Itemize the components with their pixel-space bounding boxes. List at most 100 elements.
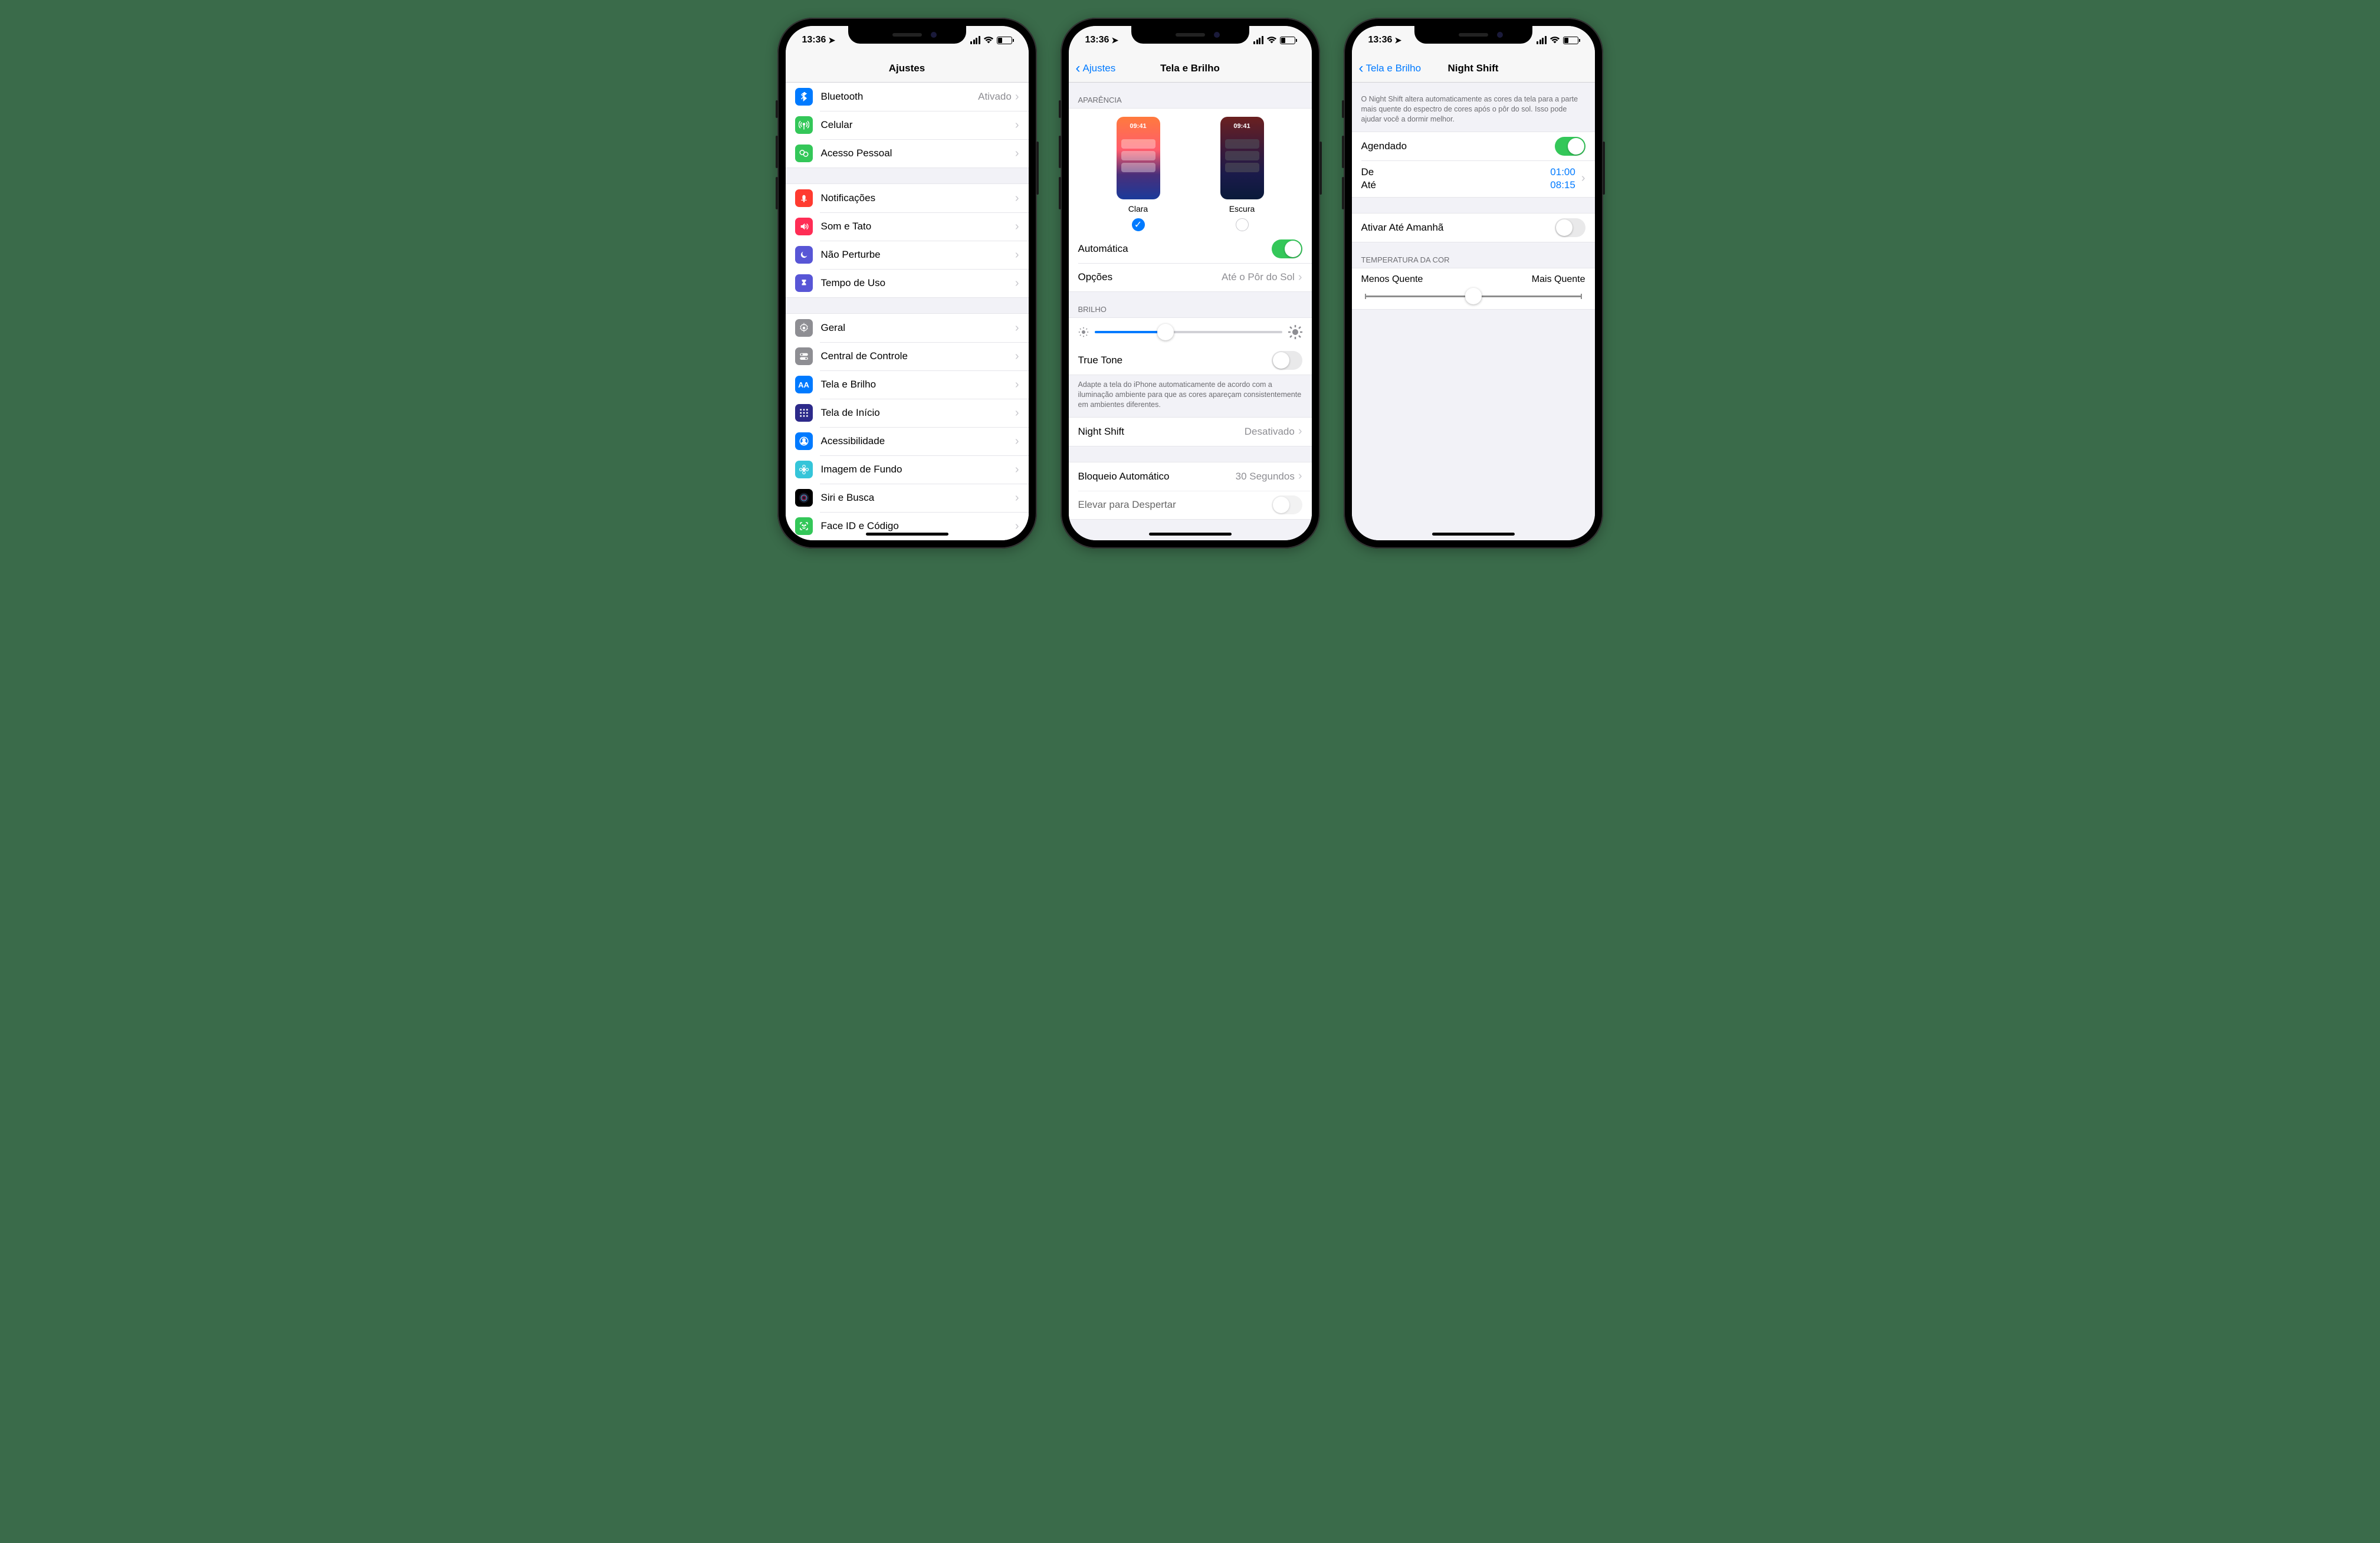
appearance-light[interactable]: 09:41 Clara ✓ — [1117, 117, 1160, 231]
siri-icon — [795, 489, 813, 507]
notch — [1414, 26, 1532, 44]
speaker-icon — [795, 218, 813, 235]
brightness-slider-row[interactable] — [1069, 318, 1312, 346]
chevron-right-icon: › — [1015, 277, 1019, 290]
appearance-header: APARÊNCIA — [1069, 83, 1312, 108]
appearance-dark[interactable]: 09:41 Escura — [1220, 117, 1264, 231]
brightness-header: BRILHO — [1069, 292, 1312, 317]
chevron-right-icon: › — [1581, 172, 1585, 185]
notch — [848, 26, 966, 44]
battery-icon — [1563, 37, 1578, 44]
moon-icon — [795, 246, 813, 264]
options-row[interactable]: Opções Até o Pôr do Sol › — [1069, 263, 1312, 291]
location-icon: ➤ — [1111, 35, 1118, 45]
nav-bar: Ajustes — [786, 54, 1029, 83]
settings-row-tempo-de-uso[interactable]: Tempo de Uso› — [786, 269, 1029, 297]
bluetooth-icon — [795, 88, 813, 106]
antenna-icon — [795, 116, 813, 134]
home-indicator[interactable] — [1432, 533, 1515, 536]
schedule-time-row[interactable]: De01:00 Até08:15 › — [1352, 160, 1595, 197]
autolock-row[interactable]: Bloqueio Automático 30 Segundos › — [1069, 462, 1312, 491]
chevron-right-icon: › — [1015, 321, 1019, 335]
wifi-icon — [1266, 36, 1277, 44]
settings-row-acessibilidade[interactable]: Acessibilidade› — [786, 427, 1029, 455]
home-indicator[interactable] — [1149, 533, 1232, 536]
radio-dark[interactable] — [1236, 218, 1249, 231]
hotspot-icon — [795, 145, 813, 162]
temp-slider[interactable] — [1365, 296, 1582, 297]
page-title: Ajustes — [786, 63, 1029, 74]
sun-small-icon — [1078, 327, 1089, 337]
temp-header: TEMPERATURA DA COR — [1352, 242, 1595, 268]
settings-row-celular[interactable]: Celular› — [786, 111, 1029, 139]
chevron-right-icon: › — [1015, 435, 1019, 448]
settings-row-bluetooth[interactable]: BluetoothAtivado› — [786, 83, 1029, 111]
settings-row-não-perturbe[interactable]: Não Perturbe› — [786, 241, 1029, 269]
nav-bar: ‹Ajustes Tela e Brilho — [1069, 54, 1312, 83]
settings-row-notificações[interactable]: Notificações› — [786, 184, 1029, 212]
settings-row-central-de-controle[interactable]: Central de Controle› — [786, 342, 1029, 370]
activate-tomorrow-switch[interactable] — [1555, 218, 1585, 237]
truetone-switch[interactable] — [1272, 351, 1302, 370]
cellular-signal-icon — [1253, 36, 1263, 44]
nav-bar: ‹Tela e Brilho Night Shift — [1352, 54, 1595, 83]
location-icon: ➤ — [828, 35, 835, 45]
truetone-footer: Adapte a tela do iPhone automaticamente … — [1069, 375, 1312, 417]
chevron-right-icon: › — [1015, 520, 1019, 533]
brightness-slider[interactable] — [1095, 331, 1282, 333]
chevron-right-icon: › — [1298, 271, 1302, 284]
settings-row-acesso-pessoal[interactable]: Acesso Pessoal› — [786, 139, 1029, 168]
scheduled-row[interactable]: Agendado — [1352, 132, 1595, 160]
wifi-icon — [983, 36, 994, 44]
settings-row-geral[interactable]: Geral› — [786, 314, 1029, 342]
phone-nightshift: 13:36➤ ‹Tela e Brilho Night Shift O Nigh… — [1344, 18, 1603, 549]
chevron-right-icon: › — [1298, 425, 1302, 438]
truetone-row[interactable]: True Tone — [1069, 346, 1312, 375]
chevron-left-icon: ‹ — [1076, 61, 1081, 75]
settings-row-face-id-e-código[interactable]: Face ID e Código› — [786, 512, 1029, 540]
chevron-right-icon: › — [1015, 350, 1019, 363]
chevron-right-icon: › — [1015, 192, 1019, 205]
home-indicator[interactable] — [866, 533, 948, 536]
back-button[interactable]: ‹Ajustes — [1076, 61, 1116, 75]
grid-icon — [795, 404, 813, 422]
settings-row-som-e-tato[interactable]: Som e Tato› — [786, 212, 1029, 241]
automatic-switch[interactable] — [1272, 239, 1302, 258]
cellular-signal-icon — [970, 36, 980, 44]
sun-large-icon — [1288, 325, 1302, 339]
battery-icon — [1280, 37, 1295, 44]
scheduled-switch[interactable] — [1555, 137, 1585, 156]
person-icon — [795, 432, 813, 450]
automatic-row[interactable]: Automática — [1069, 235, 1312, 263]
chevron-right-icon: › — [1015, 406, 1019, 420]
settings-row-siri-e-busca[interactable]: Siri e Busca› — [786, 484, 1029, 512]
hourglass-icon — [795, 274, 813, 292]
settings-row-imagem-de-fundo[interactable]: Imagem de Fundo› — [786, 455, 1029, 484]
status-time: 13:36 — [802, 35, 826, 45]
status-time: 13:36 — [1368, 35, 1393, 45]
back-button[interactable]: ‹Tela e Brilho — [1359, 61, 1422, 75]
bell-icon — [795, 189, 813, 207]
temp-more-label: Mais Quente — [1532, 274, 1585, 285]
settings-row-tela-e-brilho[interactable]: AATela e Brilho› — [786, 370, 1029, 399]
settings-row-tela-de-início[interactable]: Tela de Início› — [786, 399, 1029, 427]
chevron-right-icon: › — [1015, 147, 1019, 160]
raise-row[interactable]: Elevar para Despertar — [1069, 491, 1312, 519]
activate-tomorrow-row[interactable]: Ativar Até Amanhã — [1352, 214, 1595, 242]
wifi-icon — [1550, 36, 1560, 44]
radio-light-checked[interactable]: ✓ — [1132, 218, 1145, 231]
content-area[interactable]: O Night Shift altera automaticamente as … — [1352, 83, 1595, 540]
chevron-right-icon: › — [1015, 378, 1019, 392]
status-time: 13:36 — [1085, 35, 1109, 45]
chevron-right-icon: › — [1015, 248, 1019, 262]
content-area[interactable]: BluetoothAtivado›Celular›Acesso Pessoal›… — [786, 83, 1029, 540]
chevron-left-icon: ‹ — [1359, 61, 1364, 75]
raise-switch[interactable] — [1272, 495, 1302, 514]
content-area[interactable]: APARÊNCIA 09:41 Clara ✓ 09:41 — [1069, 83, 1312, 540]
nightshift-intro: O Night Shift altera automaticamente as … — [1352, 83, 1595, 132]
dark-thumbnail: 09:41 — [1220, 117, 1264, 199]
chevron-right-icon: › — [1015, 90, 1019, 104]
nightshift-row[interactable]: Night Shift Desativado › — [1069, 418, 1312, 446]
light-thumbnail: 09:41 — [1117, 117, 1160, 199]
chevron-right-icon: › — [1015, 119, 1019, 132]
